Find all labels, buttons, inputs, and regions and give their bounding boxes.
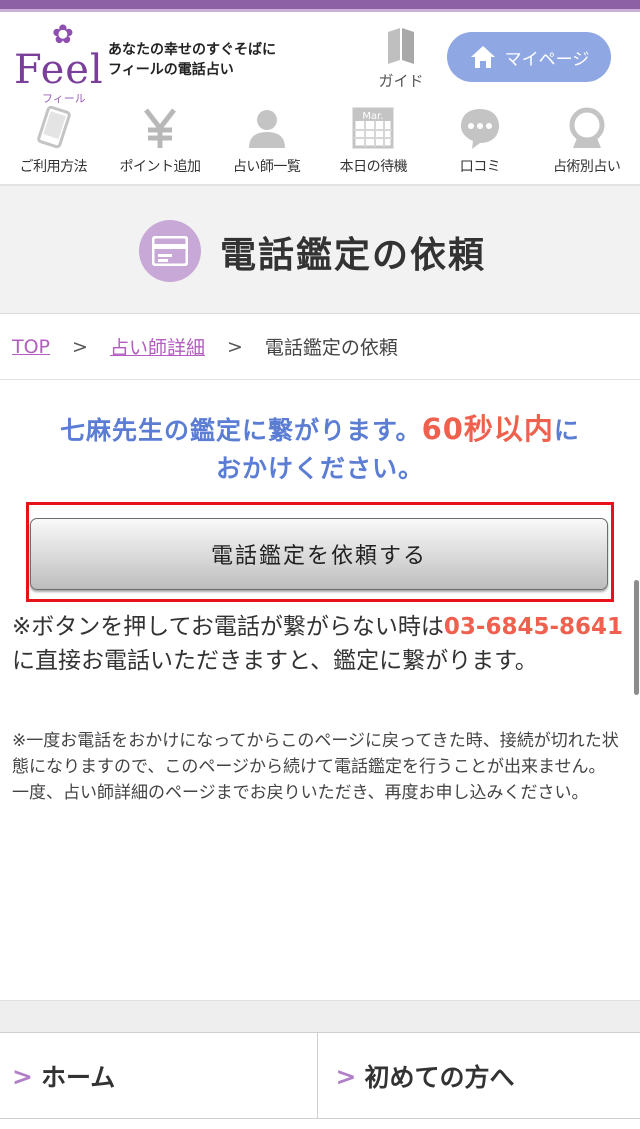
message-highlight: 60秒以内	[421, 412, 554, 446]
nav-item-standby[interactable]: Mar. 本日の待機	[320, 102, 427, 182]
note1-part2: に直接お電話いただきますと、鑑定に繋がります。	[12, 648, 538, 674]
note2-line1: ※一度お電話をおかけになってからこのページに戻ってきた時、接続が切れた状態になり…	[12, 731, 619, 777]
phone-fallback-note: ※ボタンを押してお電話が繋がらない時は03-6845-8641 に直接お電話いただ…	[12, 610, 628, 678]
note1-part1: ※ボタンを押してお電話が繋がらない時は	[12, 614, 444, 640]
message-part2: に	[553, 416, 580, 445]
home-icon	[470, 46, 495, 68]
chevron-right-icon: >	[12, 1061, 33, 1091]
breadcrumb-separator: >	[226, 335, 243, 358]
connect-message: 七麻先生の鑑定に繋がります。60秒以内に おかけください。	[0, 410, 640, 488]
smartphone-icon	[37, 106, 72, 149]
calendar-icon: Mar.	[352, 107, 394, 149]
nav-item-reviews[interactable]: 口コミ	[427, 102, 534, 182]
request-reading-button[interactable]: 電話鑑定を依頼する	[30, 518, 608, 590]
message-line2: おかけください。	[215, 454, 424, 483]
breadcrumb-fortune-teller-link[interactable]: 占い師詳細	[110, 333, 205, 360]
site-header: ✿ Feel フィール あなたの幸せのすぐそばに フィールの電話占い ガイド マ…	[0, 12, 640, 105]
breadcrumb-current: 電話鑑定の依頼	[264, 337, 398, 359]
breadcrumb-top-link[interactable]: TOP	[12, 336, 50, 358]
top-accent-bar	[0, 0, 640, 9]
site-tagline: あなたの幸せのすぐそばに フィールの電話占い	[108, 40, 276, 80]
nav-label: 口コミ	[459, 159, 501, 175]
tagline-line1: あなたの幸せのすぐそばに	[108, 42, 276, 58]
crystal-ball-icon	[569, 107, 605, 148]
breadcrumb: TOP > 占い師詳細 > 電話鑑定の依頼	[0, 314, 640, 380]
message-part1: 七麻先生の鑑定に繋がります。	[60, 416, 422, 445]
footer-beginners-link[interactable]: > 初めての方へ	[316, 1033, 640, 1119]
footer-home-label: ホーム	[40, 1063, 116, 1092]
icon-navigation: ご利用方法 ポイント追加 占い師一覧 Mar. 本日の待機 口コミ 占術別占い	[0, 102, 640, 182]
nav-label: 占い師一覧	[232, 159, 301, 175]
book-icon	[388, 28, 414, 64]
footer-home-link[interactable]: > ホーム	[0, 1033, 317, 1119]
phone-number-link[interactable]: 03-6845-8641	[444, 614, 623, 640]
nav-label: ポイント追加	[119, 159, 201, 175]
chat-bubble-icon	[461, 109, 500, 149]
footer-navigation: > ホーム > 初めての方へ	[0, 1032, 640, 1129]
breadcrumb-separator: >	[72, 335, 88, 358]
nav-label: ご利用方法	[19, 159, 88, 175]
feel-logo[interactable]: ✿ Feel フィール	[14, 20, 103, 105]
mypage-button[interactable]: マイページ	[447, 32, 611, 82]
card-icon	[152, 236, 188, 266]
svg-text:Mar.: Mar.	[363, 111, 384, 122]
page-title-band: 電話鑑定の依頼	[0, 186, 640, 314]
guide-link[interactable]: ガイド	[366, 26, 436, 92]
footer-beginners-label: 初めての方へ	[364, 1063, 515, 1092]
nav-item-usage[interactable]: ご利用方法	[0, 102, 107, 182]
tagline-line2: フィールの電話占い	[108, 62, 234, 78]
nav-item-fortune-tellers[interactable]: 占い師一覧	[213, 102, 320, 182]
mypage-label: マイページ	[504, 49, 590, 70]
title-icon-circle	[139, 220, 201, 282]
logo-text: Feel	[14, 47, 104, 93]
footer-divider	[0, 1118, 640, 1119]
note2-line2: 一度、占い師詳細のページまでお戻りいただき、再度お申し込みください。	[12, 783, 589, 803]
nav-label: 占術別占い	[552, 159, 621, 175]
reconnect-note: ※一度お電話をおかけになってからこのページに戻ってきた時、接続が切れた状態になり…	[12, 728, 628, 806]
nav-item-points[interactable]: ポイント追加	[107, 102, 214, 182]
scrollbar[interactable]	[634, 580, 639, 695]
page-title: 電話鑑定の依頼	[220, 234, 487, 276]
nav-item-divination-types[interactable]: 占術別占い	[533, 102, 640, 182]
flower-icon: ✿	[52, 20, 74, 50]
yen-icon	[144, 108, 176, 148]
guide-label: ガイド	[378, 72, 424, 90]
footer-spacer	[0, 1000, 640, 1032]
chevron-right-icon: >	[335, 1061, 357, 1091]
person-icon	[248, 110, 285, 148]
nav-label: 本日の待機	[339, 159, 408, 175]
